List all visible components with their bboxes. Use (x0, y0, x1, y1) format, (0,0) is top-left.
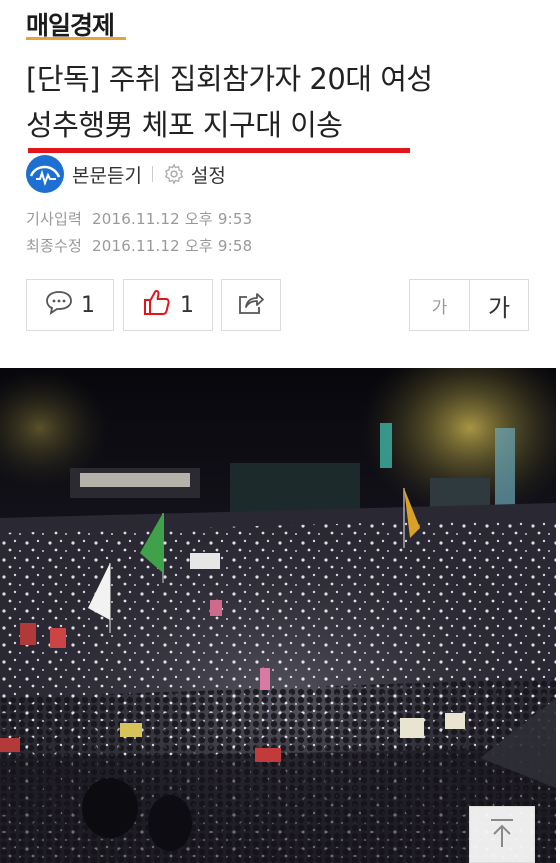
modified-date-row: 최종수정 2016.11.12 오후 9:58 (26, 235, 252, 256)
font-increase-button[interactable]: 가 (469, 279, 529, 331)
comment-count: 1 (81, 292, 95, 318)
article-tools: 본문듣기 설정 (26, 155, 226, 193)
listen-icon[interactable] (26, 155, 64, 193)
comment-icon (45, 289, 73, 321)
share-button[interactable] (221, 279, 281, 331)
share-icon (237, 289, 265, 321)
brand-underline (26, 37, 126, 40)
gear-icon[interactable] (163, 163, 185, 185)
font-decrease-button[interactable]: 가 (409, 279, 470, 331)
scroll-to-top-button[interactable] (469, 806, 535, 863)
arrow-up-icon (487, 816, 517, 854)
rally-photo-drawing (0, 368, 556, 863)
like-button[interactable]: 1 (123, 279, 213, 331)
input-time: 2016.11.12 오후 9:53 (92, 210, 253, 228)
comment-button[interactable]: 1 (26, 279, 114, 331)
headline: [단독] 주취 집회참가자 20대 여성 성추행男 체포 지구대 이송 (26, 56, 536, 148)
article-header: 매일경제 [단독] 주취 집회참가자 20대 여성 성추행男 체포 지구대 이송… (0, 0, 560, 368)
headline-line-2: 성추행男 체포 지구대 이송 (26, 108, 343, 142)
settings-button[interactable]: 설정 (191, 161, 226, 188)
thumbs-up-icon (142, 288, 172, 322)
modified-label: 최종수정 (26, 237, 83, 255)
tool-divider (151, 166, 153, 182)
input-label: 기사입력 (26, 210, 83, 228)
like-count: 1 (180, 292, 194, 318)
input-date-row: 기사입력 2016.11.12 오후 9:53 (26, 208, 252, 229)
modified-time: 2016.11.12 오후 9:58 (92, 237, 253, 255)
headline-red-rule (28, 148, 410, 153)
rally-photo (0, 368, 556, 863)
listen-button[interactable]: 본문듣기 (72, 161, 142, 188)
headline-line-1: [단독] 주취 집회참가자 20대 여성 (26, 62, 433, 96)
